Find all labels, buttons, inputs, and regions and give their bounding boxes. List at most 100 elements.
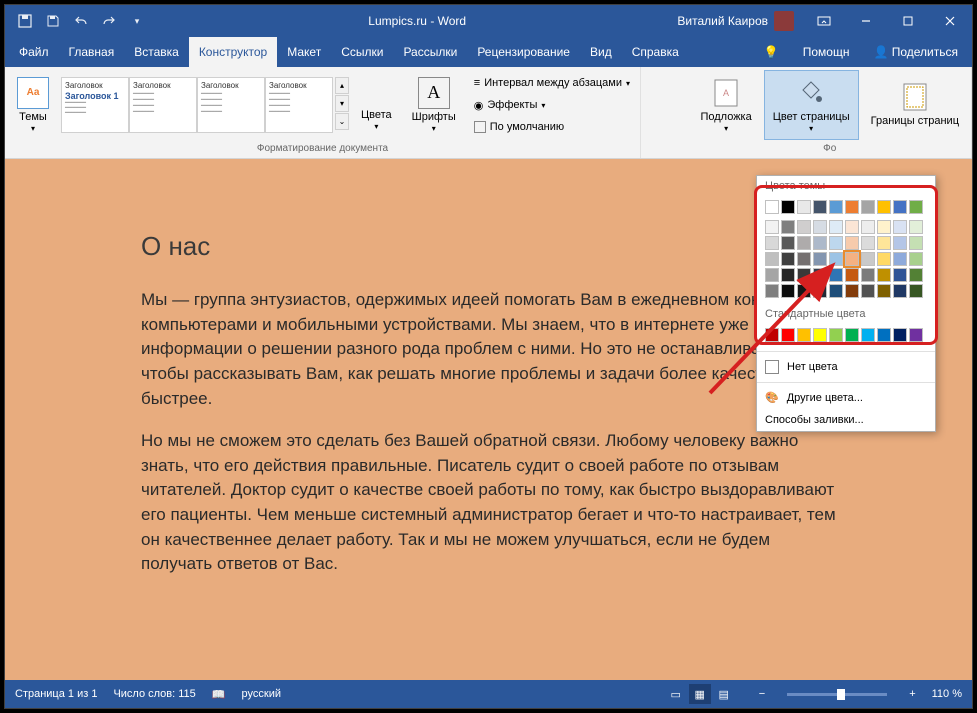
share-button[interactable]: 👤 Поделиться <box>863 37 968 67</box>
color-swatch[interactable] <box>813 200 827 214</box>
zoom-in-icon[interactable]: + <box>909 688 915 700</box>
tab-справка[interactable]: Справка <box>622 37 689 67</box>
tab-файл[interactable]: Файл <box>9 37 59 67</box>
color-swatch[interactable] <box>829 236 843 250</box>
minimize-icon[interactable] <box>846 5 886 37</box>
page-heading[interactable]: О нас <box>141 231 836 262</box>
color-swatch[interactable] <box>909 236 923 250</box>
fonts-button[interactable]: A Шрифты▾ <box>404 70 464 140</box>
no-color-item[interactable]: Нет цвета <box>757 355 935 379</box>
color-swatch[interactable] <box>909 284 923 298</box>
color-swatch[interactable] <box>877 220 891 234</box>
color-swatch[interactable] <box>797 220 811 234</box>
word-count[interactable]: Число слов: 115 <box>113 688 195 700</box>
color-swatch[interactable] <box>861 236 875 250</box>
style-scroll-down[interactable]: ▾ <box>335 95 349 112</box>
color-swatch[interactable] <box>765 236 779 250</box>
zoom-slider[interactable] <box>787 693 887 696</box>
tab-вид[interactable]: Вид <box>580 37 622 67</box>
color-swatch[interactable] <box>765 268 779 282</box>
color-swatch[interactable] <box>765 284 779 298</box>
maximize-icon[interactable] <box>888 5 928 37</box>
undo-icon[interactable] <box>69 9 93 33</box>
color-swatch[interactable] <box>797 200 811 214</box>
language-indicator[interactable]: русский <box>242 688 281 700</box>
color-swatch[interactable] <box>829 220 843 234</box>
read-mode-icon[interactable]: ▭ <box>665 684 687 704</box>
color-swatch[interactable] <box>861 200 875 214</box>
color-swatch[interactable] <box>893 284 907 298</box>
watermark-button[interactable]: A Подложка▾ <box>692 70 759 140</box>
color-swatch[interactable] <box>877 252 891 266</box>
color-swatch[interactable] <box>861 220 875 234</box>
page-color-button[interactable]: Цвет страницы▾ <box>764 70 859 140</box>
page-indicator[interactable]: Страница 1 из 1 <box>15 688 97 700</box>
tab-конструктор[interactable]: Конструктор <box>189 37 277 67</box>
tab-рецензирование[interactable]: Рецензирование <box>467 37 580 67</box>
set-default-button[interactable]: По умолчанию <box>470 117 634 137</box>
color-swatch[interactable] <box>845 200 859 214</box>
fill-effects-item[interactable]: Способы заливки... <box>757 409 935 431</box>
color-swatch[interactable] <box>877 268 891 282</box>
color-swatch[interactable] <box>781 236 795 250</box>
redo-icon[interactable] <box>97 9 121 33</box>
user-account[interactable]: Виталий Каиров <box>677 11 794 31</box>
color-swatch[interactable] <box>861 268 875 282</box>
color-swatch[interactable] <box>813 268 827 282</box>
color-swatch[interactable] <box>845 220 859 234</box>
print-layout-icon[interactable]: ▦ <box>689 684 711 704</box>
tell-me-icon[interactable]: 💡 <box>754 37 789 67</box>
color-swatch[interactable] <box>765 220 779 234</box>
color-swatch[interactable] <box>797 328 811 342</box>
save-icon[interactable] <box>41 9 65 33</box>
style-scroll-up[interactable]: ▴ <box>335 77 349 94</box>
color-swatch[interactable] <box>813 220 827 234</box>
color-swatch[interactable] <box>813 328 827 342</box>
color-swatch[interactable] <box>877 236 891 250</box>
color-swatch[interactable] <box>765 252 779 266</box>
more-colors-item[interactable]: 🎨Другие цвета... <box>757 386 935 409</box>
color-swatch[interactable] <box>893 236 907 250</box>
color-swatch[interactable] <box>877 200 891 214</box>
color-swatch[interactable] <box>797 284 811 298</box>
style-preview[interactable]: Заголовок━━━━━━━━━━━━━━━━━━━━━━━━━━━━ <box>129 77 197 133</box>
tab-рассылки[interactable]: Рассылки <box>393 37 467 67</box>
color-swatch[interactable] <box>781 200 795 214</box>
zoom-level[interactable]: 110 % <box>932 688 962 700</box>
color-swatch[interactable] <box>781 220 795 234</box>
color-swatch[interactable] <box>829 328 843 342</box>
color-swatch[interactable] <box>765 200 779 214</box>
help-button[interactable]: Помощн <box>793 37 860 67</box>
color-swatch[interactable] <box>781 268 795 282</box>
color-swatch[interactable] <box>893 200 907 214</box>
color-swatch[interactable] <box>909 268 923 282</box>
tab-макет[interactable]: Макет <box>277 37 331 67</box>
colors-button[interactable]: Цвета▾ <box>353 70 400 140</box>
color-swatch[interactable] <box>909 220 923 234</box>
color-swatch[interactable] <box>829 268 843 282</box>
color-swatch[interactable] <box>845 252 859 266</box>
close-icon[interactable] <box>930 5 970 37</box>
color-swatch[interactable] <box>797 252 811 266</box>
themes-button[interactable]: Aa Темы▾ <box>9 70 57 140</box>
color-swatch[interactable] <box>813 236 827 250</box>
color-swatch[interactable] <box>893 328 907 342</box>
color-swatch[interactable] <box>861 252 875 266</box>
color-swatch[interactable] <box>797 236 811 250</box>
color-swatch[interactable] <box>845 236 859 250</box>
color-swatch[interactable] <box>893 252 907 266</box>
color-swatch[interactable] <box>893 220 907 234</box>
color-swatch[interactable] <box>829 200 843 214</box>
effects-button[interactable]: ◉Эффекты ▾ <box>470 95 634 115</box>
style-gallery-more[interactable]: ⌄ <box>335 113 349 130</box>
style-preview[interactable]: Заголовок━━━━━━━━━━━━━━━━━━━━━━━━━━━━ <box>197 77 265 133</box>
style-preview[interactable]: Заголовок━━━━━━━━━━━━━━━━━━━━━━━━━━━━ <box>265 77 333 133</box>
tab-главная[interactable]: Главная <box>59 37 125 67</box>
color-swatch[interactable] <box>845 268 859 282</box>
ribbon-options-icon[interactable] <box>804 5 844 37</box>
color-swatch[interactable] <box>893 268 907 282</box>
color-swatch[interactable] <box>909 200 923 214</box>
qat-dropdown-icon[interactable]: ▾ <box>125 9 149 33</box>
style-preview[interactable]: ЗаголовокЗаголовок 1━━━━━━━━━━━━━━━━━━━━… <box>61 77 129 133</box>
autosave-icon[interactable] <box>13 9 37 33</box>
